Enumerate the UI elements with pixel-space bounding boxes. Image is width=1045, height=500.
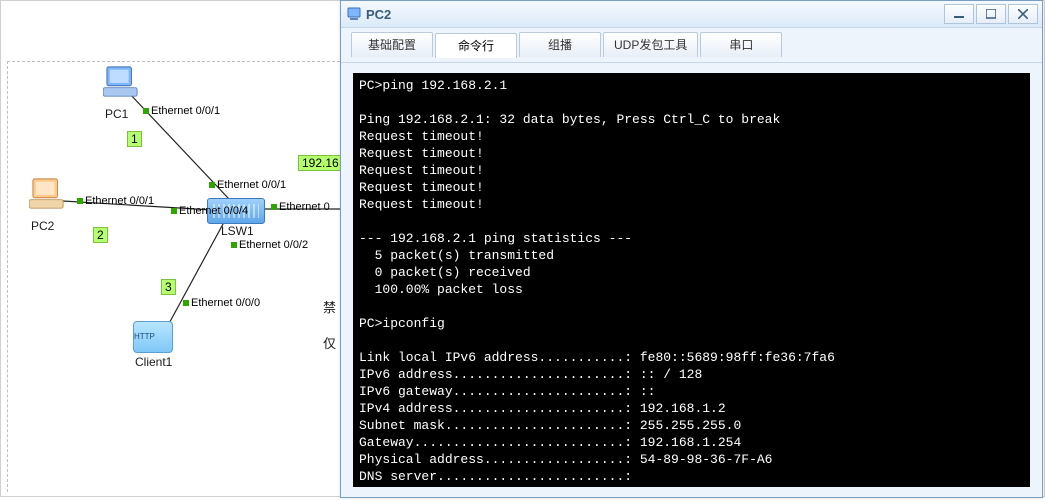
vlan-badge-1: 1	[127, 131, 142, 147]
client-icon: HTTP	[133, 321, 173, 353]
tab-bar: 基础配置 命令行 组播 UDP发包工具 串口	[341, 28, 1042, 63]
node-lsw1-label: LSW1	[221, 224, 254, 238]
maximize-button[interactable]	[976, 4, 1006, 24]
port-client: Ethernet 0/0/0	[183, 297, 260, 309]
minimize-button[interactable]	[944, 4, 974, 24]
node-client1-label: Client1	[135, 355, 172, 369]
pc-icon	[103, 65, 141, 99]
port-lsw-1: Ethernet 0/0/1	[209, 179, 286, 191]
node-pc2[interactable]	[25, 177, 71, 216]
port-lsw-4: Ethernet 0/0/4	[171, 205, 248, 217]
tab-serial[interactable]: 串口	[700, 32, 782, 57]
node-pc1-label: PC1	[105, 107, 128, 121]
node-pc1[interactable]	[99, 65, 145, 104]
port-lsw-2: Ethernet 0/0/2	[231, 239, 308, 251]
terminal-container: PC>ping 192.168.2.1 Ping 192.168.2.1: 32…	[341, 63, 1042, 497]
tab-udp[interactable]: UDP发包工具	[603, 32, 698, 57]
note-deny: 禁	[323, 297, 336, 316]
pc2-window[interactable]: PC2 基础配置 命令行 组播 UDP发包工具 串口 PC>ping 192.1…	[340, 0, 1043, 498]
port-pc1: Ethernet 0/0/1	[143, 105, 220, 117]
ip-badge: 192.16	[298, 155, 343, 171]
terminal-output[interactable]: PC>ping 192.168.2.1 Ping 192.168.2.1: 32…	[353, 73, 1030, 487]
tab-mcast[interactable]: 组播	[519, 32, 601, 57]
vlan-badge-3: 3	[161, 279, 176, 295]
close-button[interactable]	[1008, 4, 1038, 24]
pc-icon	[29, 177, 67, 211]
node-client1[interactable]: HTTP	[133, 321, 173, 353]
tab-cli[interactable]: 命令行	[435, 33, 517, 58]
app-icon	[347, 7, 361, 21]
window-title: PC2	[366, 7, 391, 22]
port-pc2: Ethernet 0/0/1	[77, 195, 154, 207]
node-pc2-label: PC2	[31, 219, 54, 233]
vlan-badge-2: 2	[93, 227, 108, 243]
tab-basic[interactable]: 基础配置	[351, 32, 433, 57]
note-only: 仅	[323, 333, 336, 352]
canvas-guide	[7, 61, 340, 492]
port-lsw-right: Ethernet 0	[271, 201, 330, 213]
titlebar[interactable]: PC2	[341, 1, 1042, 28]
